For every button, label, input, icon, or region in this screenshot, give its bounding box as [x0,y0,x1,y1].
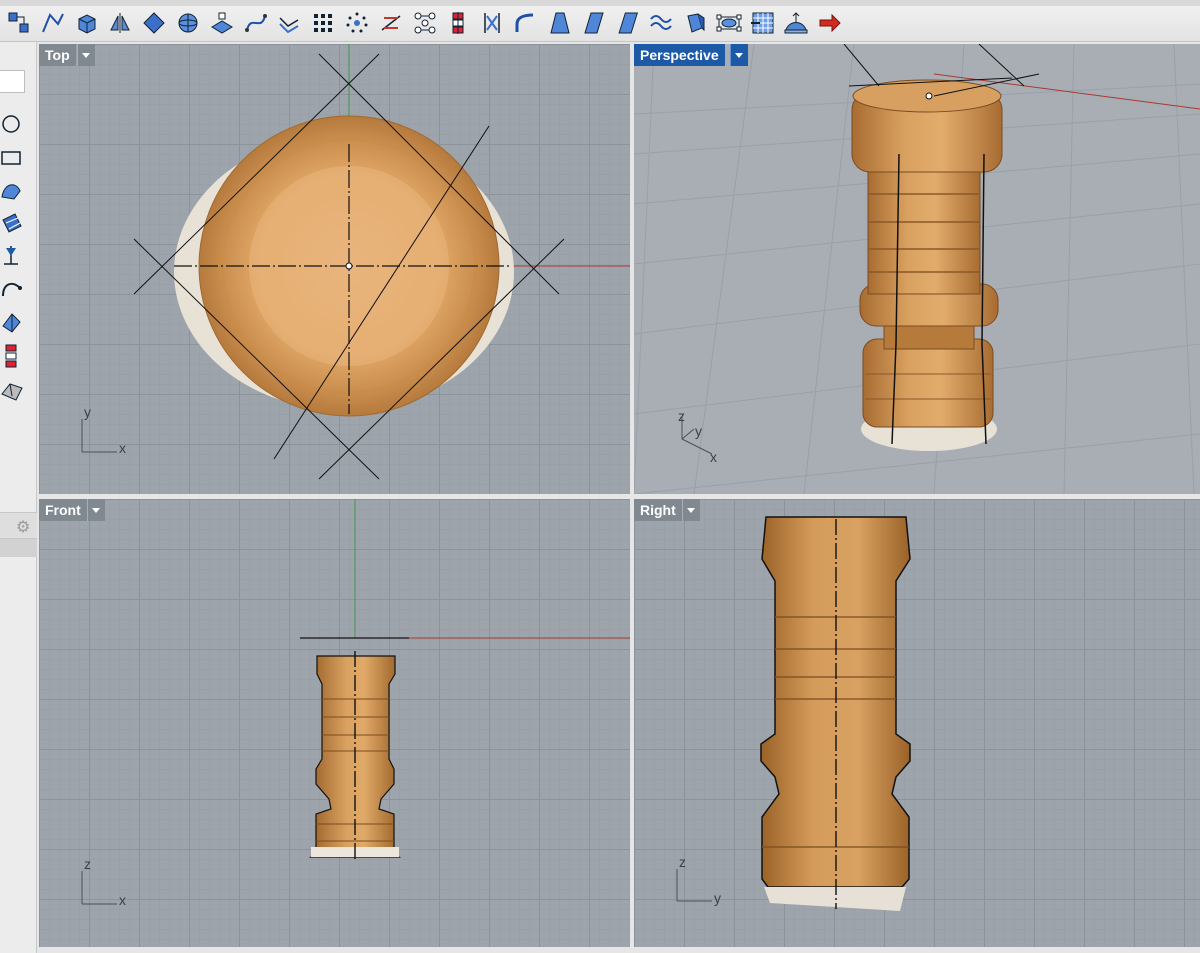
main-toolbar [0,0,1200,42]
axis-label-z: z [678,408,685,424]
axis-label-y: y [714,890,721,906]
center-point[interactable] [345,262,353,270]
rook-body [867,153,981,295]
split-icon[interactable] [479,10,505,36]
curve-blend-icon[interactable] [513,10,539,36]
polyline-icon[interactable] [40,10,66,36]
panel-header: ⚙ [0,512,37,539]
arc-icon[interactable] [0,274,24,302]
viewport-front[interactable]: z x Front [39,499,630,947]
taper-icon[interactable] [547,10,573,36]
axis-label-x: x [710,449,717,465]
right-view-canvas: z y [676,516,911,911]
shear-icon[interactable] [581,10,607,36]
extrude-surface-icon[interactable] [0,308,24,336]
axis-label-y: y [695,423,702,439]
gear-icon[interactable]: ⚙ [16,517,30,537]
array-icon[interactable] [310,10,336,36]
mirror-icon[interactable] [107,10,133,36]
viewport-menu-front-icon[interactable] [87,499,105,521]
select-points-icon[interactable] [6,10,32,36]
move-icon[interactable] [0,342,24,370]
point-grid-icon[interactable] [344,10,370,36]
left-toolbar: ⚙ [0,42,37,953]
viewport-menu-top-icon[interactable] [77,44,95,66]
top-view-canvas: y x [81,44,630,480]
rotate-icon[interactable] [141,10,167,36]
rectangle-icon[interactable] [0,144,24,172]
circle-icon[interactable] [0,110,24,138]
skew-icon[interactable] [614,10,640,36]
plane-icon[interactable] [209,10,235,36]
axis-label-x: x [119,892,126,908]
toolbar-top-strip [0,0,1200,6]
axis-widget-y [681,428,695,440]
viewport-menu-perspective-icon[interactable] [730,44,748,66]
viewport-right[interactable]: z y Right [634,499,1200,947]
guide-line-b [843,44,880,87]
network-icon[interactable] [412,10,438,36]
viewport-label-top[interactable]: Top [39,44,76,66]
export-arrow-icon[interactable] [817,10,843,36]
align-icon[interactable] [445,10,471,36]
center-point[interactable] [925,92,933,100]
dimension-icon[interactable] [0,242,24,270]
wave-icon[interactable] [648,10,674,36]
axis-label-x: x [119,440,126,456]
axis-label-y: y [84,404,91,420]
drape-icon[interactable] [783,10,809,36]
box-icon[interactable] [74,10,100,36]
viewport-top[interactable]: y x Top [39,44,630,494]
command-input[interactable] [0,70,25,93]
extrude-icon[interactable] [682,10,708,36]
axis-label-z: z [679,854,686,870]
front-view-canvas: z x [81,499,630,908]
viewport-perspective[interactable]: z y x Perspective [634,44,1200,494]
bisect-icon[interactable] [378,10,404,36]
viewport-label-perspective[interactable]: Perspective [634,44,725,66]
surface-icon[interactable] [0,177,24,205]
bounding-box-icon[interactable] [716,10,742,36]
offset-icon[interactable] [276,10,302,36]
perspective-view-canvas: z y x [634,44,1200,494]
viewport-label-right[interactable]: Right [634,499,682,521]
solid-icon[interactable] [0,376,24,404]
axis-label-z: z [84,856,91,872]
viewport-menu-right-icon[interactable] [682,499,700,521]
rook-base [862,338,994,428]
panel-body [0,539,37,557]
patch-icon[interactable] [0,210,24,238]
curve-edit-icon[interactable] [243,10,269,36]
sphere-icon[interactable] [175,10,201,36]
axis-widget-x [681,438,713,455]
viewport-label-front[interactable]: Front [39,499,87,521]
mesh-grid-icon[interactable] [750,10,776,36]
